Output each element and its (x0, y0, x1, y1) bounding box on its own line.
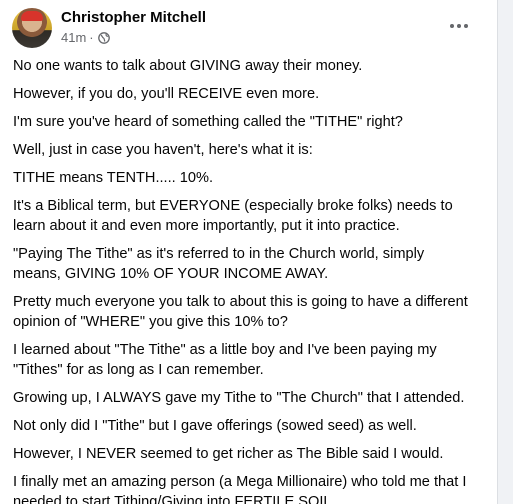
post-header: Christopher Mitchell 41m · (0, 0, 497, 56)
avatar-cap (21, 11, 43, 21)
post-paragraph: Pretty much everyone you talk to about t… (13, 294, 468, 330)
more-dot (450, 24, 454, 28)
meta-separator: · (89, 30, 94, 45)
more-options-button[interactable] (441, 14, 477, 38)
post-paragraph: "Paying The Tithe" as it's referred to i… (13, 246, 425, 282)
post-paragraph: TITHE means TENTH..... 10%. (13, 170, 214, 186)
post-paragraph: Well, just in case you haven't, here's w… (13, 142, 313, 158)
post-paragraph: Growing up, I ALWAYS gave my Tithe to "T… (13, 390, 465, 406)
more-dot (464, 24, 468, 28)
post-paragraph: I'm sure you've heard of something calle… (13, 114, 403, 130)
post-timestamp[interactable]: 41m (61, 30, 86, 45)
post-card: Christopher Mitchell 41m · No one wants … (0, 0, 498, 504)
post-paragraph: However, I NEVER seemed to get richer as… (13, 446, 444, 462)
post-meta: 41m · (61, 30, 110, 45)
author-name[interactable]: Christopher Mitchell (61, 9, 206, 26)
more-dot (457, 24, 461, 28)
author-avatar[interactable] (12, 8, 52, 48)
post-paragraph: However, if you do, you'll RECEIVE even … (13, 86, 320, 102)
post-body: No one wants to talk about GIVING away t… (0, 56, 497, 504)
post-paragraph: It's a Biblical term, but EVERYONE (espe… (13, 198, 453, 234)
post-paragraph: I learned about "The Tithe" as a little … (13, 342, 437, 378)
post-paragraph: I finally met an amazing person (a Mega … (13, 474, 467, 504)
globe-icon[interactable] (97, 31, 110, 44)
post-paragraph: No one wants to talk about GIVING away t… (13, 58, 363, 74)
post-paragraph: Not only did I "Tithe" but I gave offeri… (13, 418, 417, 434)
